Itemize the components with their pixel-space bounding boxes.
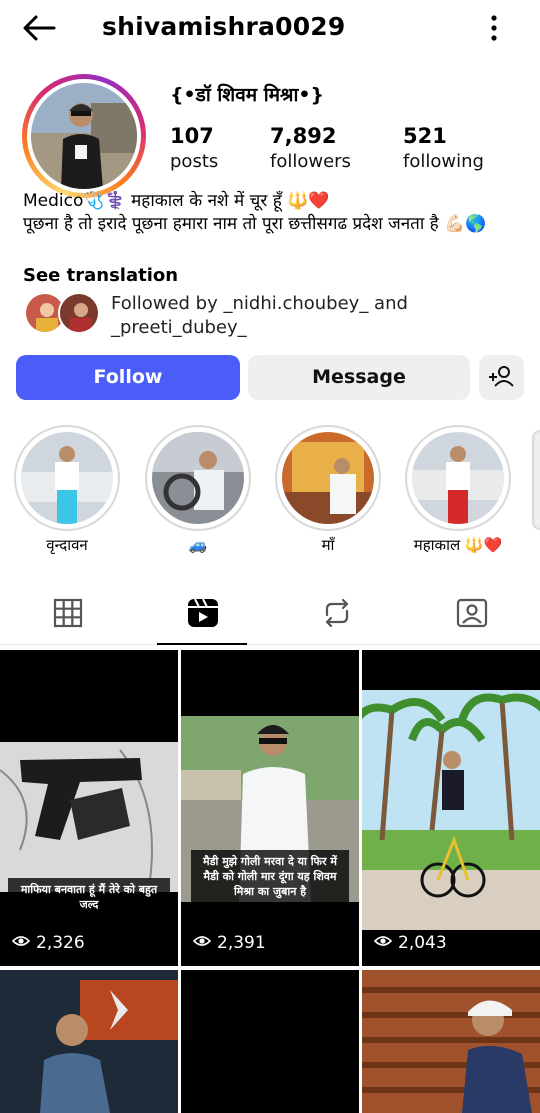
follow-button[interactable]: Follow <box>16 355 240 400</box>
eye-icon <box>11 932 31 954</box>
eye-icon <box>192 932 212 954</box>
story-highlight[interactable]: माँ <box>275 425 381 555</box>
followers-label: followers <box>270 151 351 172</box>
reels-icon <box>188 598 218 627</box>
view-count-text: 2,391 <box>217 933 266 953</box>
mutual-avatar <box>58 292 100 334</box>
reel-view-count: 2,043 <box>373 932 447 954</box>
highlight-label: वृन्दावन <box>46 536 88 554</box>
highlight-label: महाकाल 🔱❤️ <box>413 536 503 554</box>
more-options-icon[interactable] <box>480 10 508 46</box>
tab-tagged[interactable] <box>442 585 502 643</box>
tagged-icon <box>456 598 488 628</box>
reposts-icon <box>325 598 349 628</box>
reel-view-count: 2,391 <box>192 932 266 954</box>
highlight-cover <box>412 432 504 524</box>
story-highlight-partial[interactable] <box>532 430 540 530</box>
see-translation-link[interactable]: See translation <box>23 264 178 288</box>
reel-caption: माफिया बनवाता हूं मैं तेरे को बहुत जल्द <box>8 878 170 916</box>
posts-stat[interactable]: 107 posts <box>170 122 218 174</box>
active-tab-indicator <box>157 643 247 645</box>
story-highlight[interactable]: 🚙 <box>145 425 251 555</box>
highlight-label: माँ <box>321 536 335 554</box>
profile-bio: Medico🩺⚕️ महाकाल के नशे में चूर हूँ 🔱❤️ … <box>23 190 523 236</box>
story-highlight[interactable]: महाकाल 🔱❤️ <box>405 425 511 555</box>
profile-username: shivamishra0029 <box>102 12 346 41</box>
following-count: 521 <box>403 124 447 148</box>
posts-label: posts <box>170 151 219 172</box>
followers-stat[interactable]: 7,892 followers <box>270 122 351 174</box>
message-button[interactable]: Message <box>248 355 470 400</box>
reel-thumbnail[interactable] <box>362 970 540 1113</box>
highlight-cover <box>152 432 244 524</box>
followed-by-text[interactable]: Followed by _nidhi.choubey_ and _preeti_… <box>111 292 521 340</box>
highlight-label: 🚙 <box>188 536 208 554</box>
reel-thumbnail[interactable]: माफिया बनवाता हूं मैं तेरे को बहुत जल्द … <box>0 650 178 966</box>
add-person-icon <box>489 366 514 387</box>
followers-count: 7,892 <box>270 124 337 148</box>
story-highlight[interactable]: वृन्दावन <box>14 425 120 555</box>
view-count-text: 2,043 <box>398 933 447 953</box>
tab-reposts[interactable] <box>307 585 367 643</box>
reels-grid: माफिया बनवाता हूं मैं तेरे को बहुत जल्द … <box>0 650 540 1113</box>
posts-count: 107 <box>170 124 214 148</box>
highlight-cover <box>21 432 113 524</box>
reel-thumbnail[interactable]: मैडी मुझे गोली मरवा दे या फिर में मैडी क… <box>181 650 359 966</box>
display-name: {•डॉ शिवम मिश्रा•} <box>170 84 325 106</box>
reel-caption: मैडी मुझे गोली मरवा दे या फिर में मैडी क… <box>191 850 349 903</box>
mutual-followers-avatars[interactable] <box>24 292 104 336</box>
suggest-users-button[interactable] <box>479 355 524 400</box>
profile-avatar-story-ring[interactable] <box>22 74 146 198</box>
following-stat[interactable]: 521 following <box>403 122 484 174</box>
reel-thumbnail[interactable] <box>181 970 359 1113</box>
avatar <box>31 83 137 189</box>
bio-line: पूछना है तो इरादे पूछना हमारा नाम तो पूर… <box>23 214 487 234</box>
eye-icon <box>373 932 393 954</box>
following-label: following <box>403 151 484 172</box>
profile-tabs <box>0 585 540 645</box>
tab-posts-grid[interactable] <box>38 585 98 643</box>
bio-line: Medico🩺⚕️ महाकाल के नशे में चूर हूँ 🔱❤️ <box>23 191 330 211</box>
back-arrow-icon[interactable] <box>20 10 60 46</box>
tab-reels[interactable] <box>172 585 232 643</box>
reel-thumbnail[interactable]: 2,043 <box>362 650 540 966</box>
view-count-text: 2,326 <box>36 933 85 953</box>
grid-icon <box>53 598 83 628</box>
top-bar: shivamishra0029 <box>0 0 540 56</box>
highlight-cover <box>282 432 374 524</box>
reel-thumbnail[interactable] <box>0 970 178 1113</box>
reel-view-count: 2,326 <box>11 932 85 954</box>
